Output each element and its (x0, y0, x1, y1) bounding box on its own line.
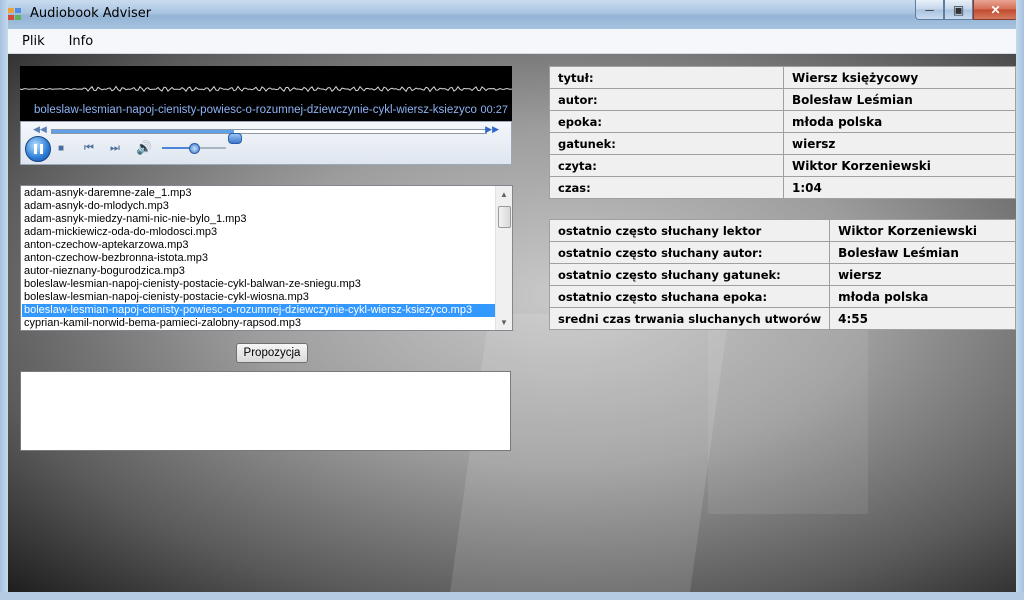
details-row-value: Wiersz księżycowy (783, 66, 1016, 89)
pause-button[interactable] (25, 136, 51, 162)
playlist-item[interactable]: boleslaw-lesmian-napoj-cienisty-powiesc-… (22, 304, 495, 317)
playlist-item[interactable]: boleslaw-lesmian-napoj-cienisty-postacie… (22, 278, 495, 291)
playlist-item[interactable]: anton-czechow-aptekarzowa.mp3 (22, 239, 495, 252)
details-row-value: młoda polska (783, 110, 1016, 133)
stats-row-value: 4:55 (829, 307, 1016, 330)
details-row-value: Wiktor Korzeniewski (783, 154, 1016, 177)
stats-row-value: Bolesław Leśmian (829, 241, 1016, 264)
details-row: tytuł: Wiersz księżycowy (549, 66, 1016, 89)
stats-row: ostatnio często słuchany gatunek: wiersz (548, 263, 1016, 286)
playlist-item[interactable]: adam-asnyk-miedzy-nami-nic-nie-bylo_1.mp… (22, 213, 495, 226)
app-icon (8, 8, 22, 21)
playlist-item[interactable]: anton-czechow-bezbronna-istota.mp3 (22, 252, 495, 265)
seek-forward-icon[interactable]: ▶▶ (485, 124, 499, 135)
now-playing-title: boleslaw-lesmian-napoj-cienisty-powiesc-… (34, 104, 477, 116)
player-controls: ◀◀ ▶▶ ■ ⏮ ⏭ 🔊 (20, 121, 512, 165)
details-row-label: czas: (549, 176, 784, 199)
playlist-items: adam-asnyk-daremne-zale_1.mp3 adam-asnyk-… (22, 187, 495, 330)
menu-plik[interactable]: Plik (8, 34, 55, 49)
scroll-thumb[interactable] (498, 206, 511, 228)
details-row: gatunek: wiersz (549, 132, 1016, 155)
volume-handle[interactable] (189, 143, 200, 154)
details-row: czyta: Wiktor Korzeniewski (549, 154, 1016, 177)
stats-row-label: ostatnio często słuchana epoka: (548, 285, 831, 308)
details-row-label: gatunek: (549, 132, 784, 155)
previous-track-icon[interactable]: ⏮ (84, 142, 94, 155)
seek-progress (52, 130, 235, 133)
maximize-button[interactable]: ▣ (944, 0, 973, 20)
stats-row: sredni czas trwania sluchanych utworów 4:… (548, 307, 1016, 330)
stats-row-label: sredni czas trwania sluchanych utworów (548, 307, 831, 330)
menu-info[interactable]: Info (55, 34, 104, 49)
seek-bar[interactable] (51, 129, 487, 144)
stats-row: ostatnio często słuchany autor: Bolesław … (548, 241, 1016, 264)
stats-row-value: młoda polska (829, 285, 1016, 308)
listening-stats-table: ostatnio często słuchany lektor Wiktor Ko… (548, 219, 1016, 330)
close-icon: ✕ (990, 2, 1001, 17)
playlist-item[interactable]: adam-asnyk-do-mlodych.mp3 (22, 200, 495, 213)
playlist-item[interactable]: autor-nieznany-bogurodzica.mp3 (22, 265, 495, 278)
track-details-table: tytuł: Wiersz księżycowy autor: Bolesław Le… (549, 66, 1016, 199)
playlist-item[interactable]: adam-asnyk-daremne-zale_1.mp3 (22, 187, 495, 200)
media-player: boleslaw-lesmian-napoj-cienisty-powiesc-… (20, 66, 512, 165)
app-window: Audiobook Adviser ─ ▣ ✕ Plik Info bolesl… (0, 0, 1024, 600)
details-row: czas: 1:04 (549, 176, 1016, 199)
details-row: epoka: młoda polska (549, 110, 1016, 133)
details-row-value: 1:04 (783, 176, 1016, 199)
background-image (446, 314, 730, 592)
minimize-button[interactable]: ─ (915, 0, 944, 20)
playlist-item[interactable]: boleslaw-lesmian-napoj-cienisty-postacie… (22, 291, 495, 304)
client-area: boleslaw-lesmian-napoj-cienisty-powiesc-… (8, 54, 1016, 592)
stats-row-label: ostatnio często słuchany lektor (548, 219, 831, 242)
next-track-icon[interactable]: ⏭ (110, 142, 120, 155)
scroll-up-icon[interactable]: ▲ (496, 186, 512, 202)
playlist-scrollbar[interactable]: ▲ ▼ (495, 186, 512, 330)
stats-row: ostatnio często słuchana epoka: młoda pol… (548, 285, 1016, 308)
minimize-icon: ─ (925, 2, 934, 17)
seek-handle[interactable] (228, 133, 243, 144)
stats-row-label: ostatnio często słuchany gatunek: (548, 263, 831, 286)
stats-row: ostatnio często słuchany lektor Wiktor Ko… (548, 219, 1016, 242)
stats-row-label: ostatnio często słuchany autor: (548, 241, 831, 264)
title-bar[interactable]: Audiobook Adviser ─ ▣ ✕ (0, 0, 1024, 29)
window-frame-left (0, 0, 8, 600)
details-row: autor: Bolesław Leśmian (549, 88, 1016, 111)
maximize-icon: ▣ (952, 2, 965, 17)
volume-icon[interactable]: 🔊 (136, 140, 152, 156)
details-row-value: wiersz (783, 132, 1016, 155)
details-row-label: autor: (549, 88, 784, 111)
seek-back-icon[interactable]: ◀◀ (33, 124, 47, 135)
volume-slider[interactable] (162, 143, 226, 154)
playback-time: 00:27 (480, 104, 508, 116)
stats-row-value: wiersz (829, 263, 1016, 286)
suggestion-textbox[interactable] (20, 371, 511, 451)
stats-row-value: Wiktor Korzeniewski (829, 219, 1016, 242)
details-row-label: czyta: (549, 154, 784, 177)
pause-icon (33, 144, 37, 154)
window-title: Audiobook Adviser (30, 6, 152, 21)
details-row-label: tytuł: (549, 66, 784, 89)
details-row-label: epoka: (549, 110, 784, 133)
propozycja-button[interactable]: Propozycja (236, 343, 308, 363)
menu-bar: Plik Info (8, 29, 1016, 54)
playlist-item[interactable]: adam-mickiewicz-oda-do-mlodosci.mp3 (22, 226, 495, 239)
playlist-item[interactable]: cyprian-kamil-norwid-bema-pamieci-zalobn… (22, 317, 495, 330)
waveform-visualization (20, 85, 512, 93)
scroll-down-icon[interactable]: ▼ (496, 314, 512, 330)
window-frame-bottom (0, 592, 1024, 600)
details-row-value: Bolesław Leśmian (783, 88, 1016, 111)
playlist-listbox[interactable]: adam-asnyk-daremne-zale_1.mp3 adam-asnyk-… (20, 185, 513, 331)
window-frame-right (1016, 0, 1024, 600)
close-button[interactable]: ✕ (973, 0, 1018, 20)
stop-icon[interactable]: ■ (58, 143, 64, 154)
window-controls: ─ ▣ ✕ (915, 0, 1018, 20)
